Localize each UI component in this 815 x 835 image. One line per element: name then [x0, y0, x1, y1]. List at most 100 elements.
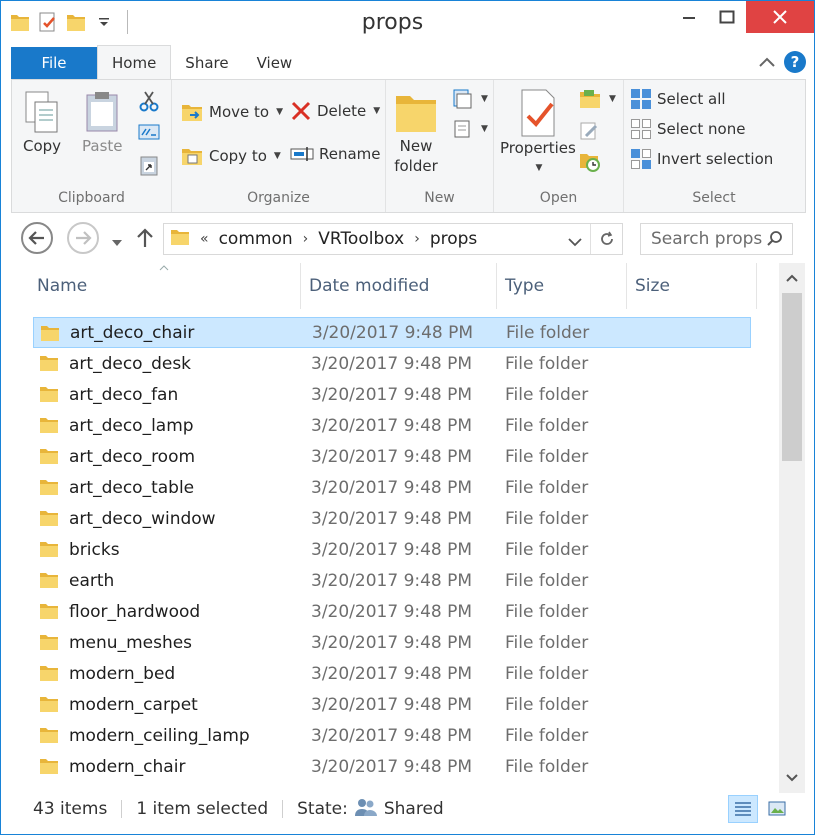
rename-icon: [290, 147, 314, 161]
rename-button[interactable]: Rename: [290, 144, 381, 164]
up-button[interactable]: [135, 227, 155, 253]
forward-button[interactable]: [67, 222, 99, 254]
cut-button[interactable]: [138, 90, 160, 112]
file-row[interactable]: art_deco_chair 3/20/2017 9:48 PM File fold…: [33, 317, 751, 348]
file-row[interactable]: modern_chair 3/20/2017 9:48 PM File folder: [33, 751, 751, 782]
tab-file[interactable]: File: [11, 47, 97, 79]
select-all-label: Select all: [657, 90, 726, 108]
collapse-ribbon-icon[interactable]: [758, 53, 776, 72]
back-button[interactable]: [21, 222, 53, 254]
delete-label: Delete: [317, 102, 367, 120]
vertical-scrollbar[interactable]: [779, 263, 805, 793]
folder-icon: [39, 354, 59, 377]
search-input[interactable]: Search props: [640, 223, 793, 255]
close-button[interactable]: [746, 1, 814, 33]
file-type: File folder: [505, 477, 589, 498]
view-switcher: [728, 795, 792, 823]
new-item-icon: [453, 89, 472, 109]
file-date-modified: 3/20/2017 9:48 PM: [311, 756, 473, 777]
breadcrumb-vrtoolbox[interactable]: VRToolbox: [318, 229, 404, 249]
chevron-right-icon[interactable]: ›: [303, 231, 309, 247]
refresh-icon: [600, 231, 613, 245]
select-none-button[interactable]: Select none: [630, 118, 745, 140]
close-icon: [773, 10, 787, 24]
copy-label: Copy: [22, 137, 62, 155]
tab-view[interactable]: View: [243, 47, 307, 79]
file-date-modified: 3/20/2017 9:48 PM: [311, 539, 473, 560]
maximize-button[interactable]: [708, 1, 746, 33]
invert-selection-icon: [631, 149, 651, 169]
large-icons-view-button[interactable]: [762, 795, 792, 823]
edit-icon: [580, 122, 598, 140]
file-row[interactable]: art_deco_lamp 3/20/2017 9:48 PM File folde…: [33, 410, 751, 441]
file-type: File folder: [505, 539, 589, 560]
file-date-modified: 3/20/2017 9:48 PM: [311, 663, 473, 684]
easy-access-button[interactable]: ▼: [452, 118, 488, 140]
file-date-modified: 3/20/2017 9:48 PM: [311, 415, 473, 436]
copy-button[interactable]: Copy: [22, 90, 62, 156]
column-header-type[interactable]: Type: [497, 263, 627, 309]
tab-home[interactable]: Home: [97, 45, 172, 79]
breadcrumb-overflow[interactable]: «: [200, 231, 209, 247]
refresh-button[interactable]: [590, 224, 622, 254]
column-header-date[interactable]: Date modified: [301, 263, 497, 309]
open-button[interactable]: ▼: [578, 88, 616, 110]
new-item-button[interactable]: ▼: [452, 88, 488, 110]
chevron-right-icon[interactable]: ›: [414, 231, 420, 247]
file-name: modern_ceiling_lamp: [69, 725, 250, 746]
copy-icon: [25, 91, 58, 133]
file-date-modified: 3/20/2017 9:48 PM: [312, 322, 474, 343]
file-row[interactable]: art_deco_fan 3/20/2017 9:48 PM File folder: [33, 379, 751, 410]
copy-path-button[interactable]: [138, 122, 160, 142]
minimize-button[interactable]: [670, 1, 708, 33]
minimize-icon: [683, 17, 695, 19]
file-row[interactable]: earth 3/20/2017 9:48 PM File folder: [33, 565, 751, 596]
file-row[interactable]: menu_meshes 3/20/2017 9:48 PM File folder: [33, 627, 751, 658]
paste-icon: [86, 92, 118, 132]
breadcrumb-props[interactable]: props: [430, 229, 477, 249]
new-group-label: New: [424, 190, 455, 206]
move-to-button[interactable]: Move to ▼: [180, 100, 283, 124]
scrollbar-thumb[interactable]: [782, 293, 802, 461]
new-folder-label-1: New: [399, 137, 433, 155]
file-row[interactable]: modern_ceiling_lamp 3/20/2017 9:48 PM File…: [33, 720, 751, 751]
select-group: Select all Select none Invert selection …: [624, 80, 804, 212]
new-folder-button[interactable]: New folder: [394, 88, 438, 176]
file-row[interactable]: art_deco_room 3/20/2017 9:48 PM File folde…: [33, 441, 751, 472]
properties-button[interactable]: Properties ▼: [500, 88, 576, 178]
file-name: modern_chair: [69, 756, 186, 777]
scroll-up-button[interactable]: [779, 265, 805, 291]
file-row[interactable]: art_deco_table 3/20/2017 9:48 PM File fold…: [33, 472, 751, 503]
paste-shortcut-button[interactable]: [138, 154, 160, 176]
scroll-down-button[interactable]: [779, 765, 805, 791]
invert-selection-button[interactable]: Invert selection: [630, 148, 773, 170]
select-all-button[interactable]: Select all: [630, 88, 726, 110]
file-row[interactable]: bricks 3/20/2017 9:48 PM File folder: [33, 534, 751, 565]
ribbon-panel: Copy Paste Clipboard Move to ▼ Copy to ▼…: [11, 79, 806, 213]
breadcrumb-common[interactable]: common: [219, 229, 293, 249]
paste-button[interactable]: Paste: [82, 90, 123, 156]
file-row[interactable]: modern_carpet 3/20/2017 9:48 PM File folde…: [33, 689, 751, 720]
edit-button[interactable]: [578, 120, 600, 142]
file-type: File folder: [505, 353, 589, 374]
delete-button[interactable]: Delete ▼: [290, 100, 380, 122]
details-view-button[interactable]: [728, 795, 758, 823]
help-icon[interactable]: ?: [784, 51, 806, 73]
delete-icon: [291, 101, 311, 121]
column-header-name[interactable]: Name: [29, 263, 301, 309]
file-row[interactable]: modern_bed 3/20/2017 9:48 PM File folder: [33, 658, 751, 689]
tab-share[interactable]: Share: [171, 47, 242, 79]
history-button[interactable]: [578, 150, 602, 174]
file-row[interactable]: art_deco_window 3/20/2017 9:48 PM File fol…: [33, 503, 751, 534]
column-header-size[interactable]: Size: [627, 263, 757, 309]
file-name: art_deco_lamp: [69, 415, 194, 436]
up-arrow-icon: [137, 228, 153, 247]
recent-locations-button[interactable]: [111, 233, 123, 252]
file-row[interactable]: art_deco_desk 3/20/2017 9:48 PM File folde…: [33, 348, 751, 379]
address-bar[interactable]: « common › VRToolbox › props: [163, 223, 623, 255]
copy-to-button[interactable]: Copy to ▼: [180, 144, 281, 168]
search-icon[interactable]: [766, 230, 784, 253]
file-row[interactable]: floor_hardwood 3/20/2017 9:48 PM File fold…: [33, 596, 751, 627]
address-dropdown-icon[interactable]: [568, 232, 582, 252]
organize-group-label: Organize: [247, 190, 310, 206]
